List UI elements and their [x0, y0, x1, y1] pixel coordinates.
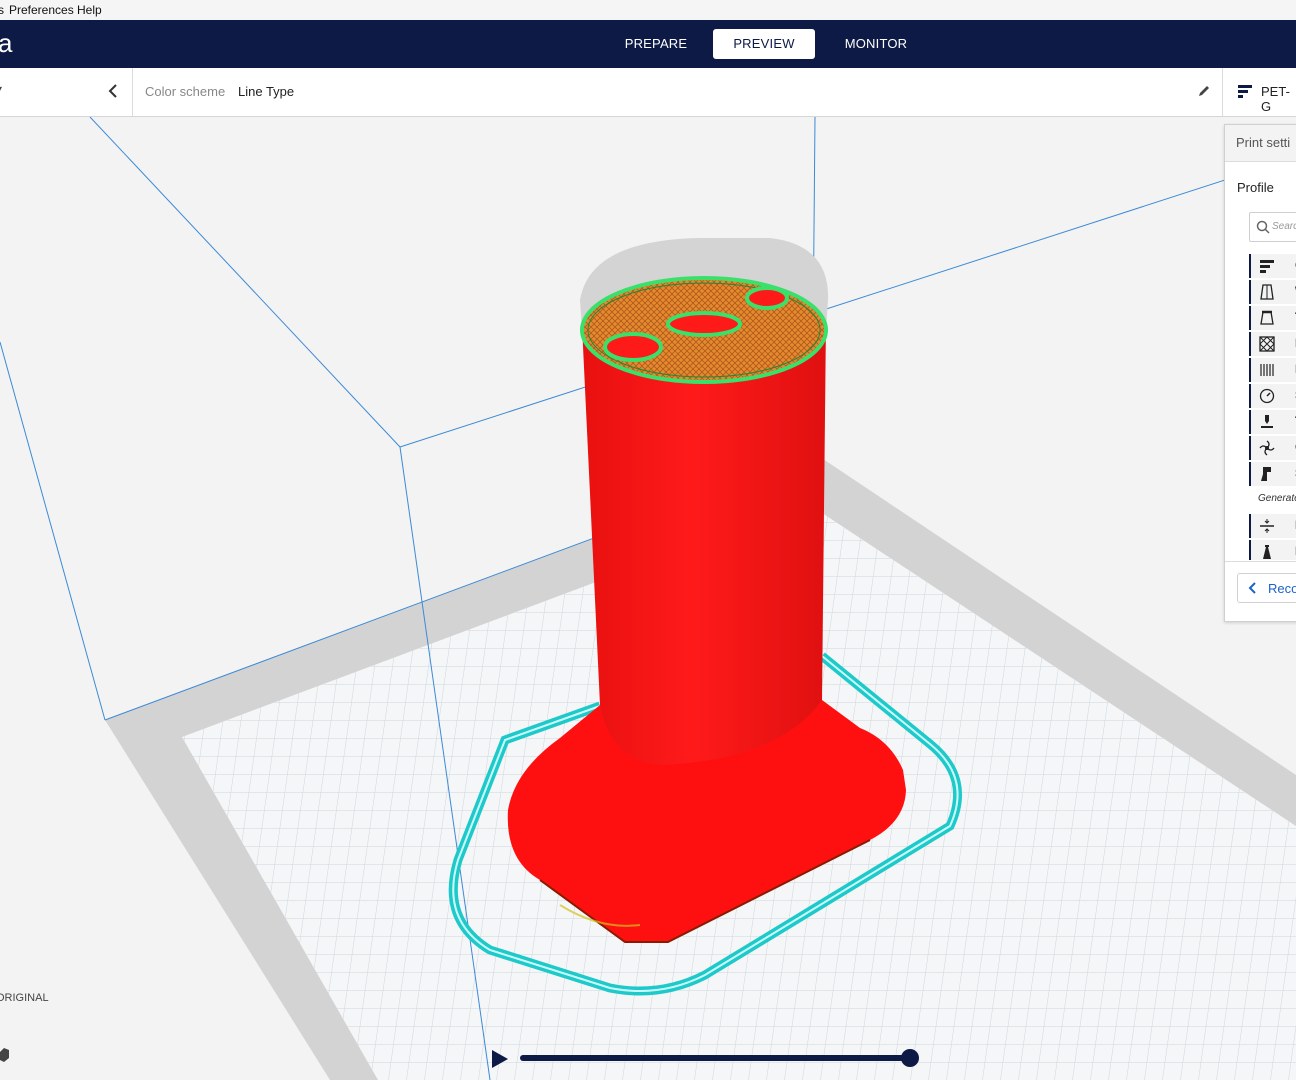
support-icon: [1261, 467, 1271, 481]
model-hole-right: [745, 286, 789, 310]
tab-monitor[interactable]: MONITOR: [826, 29, 926, 59]
toolbar-divider: [1222, 68, 1223, 116]
category-walls[interactable]: W: [1249, 280, 1296, 304]
category-top-bottom[interactable]: T: [1249, 306, 1296, 330]
view-dropdown-arrow[interactable]: ▾: [0, 82, 2, 96]
settings-search-input[interactable]: Searc: [1249, 212, 1296, 242]
3d-viewport[interactable]: ORIGINAL: [0, 117, 1296, 1080]
color-scheme-label: Color scheme: [145, 84, 226, 99]
search-placeholder: Searc: [1272, 221, 1296, 232]
edit-pencil-icon[interactable]: [1197, 84, 1211, 103]
model-hole-left: [603, 332, 663, 362]
panel-divider: [1225, 561, 1296, 562]
print-settings-panel: Print setti Profile Searc Q W T I M S T …: [1224, 124, 1296, 622]
menu-item-preferences[interactable]: Preferences: [9, 3, 74, 17]
menu-item-truncated[interactable]: s: [0, 3, 4, 17]
category-build-plate-adhesion[interactable]: B: [1249, 514, 1296, 538]
category-quality[interactable]: Q: [1249, 254, 1296, 278]
color-scheme-dropdown[interactable]: Line Type: [238, 84, 294, 99]
chevron-left-icon: [1248, 582, 1256, 594]
app-header: a PREPARE PREVIEW MONITOR: [0, 20, 1296, 68]
menu-item-help[interactable]: Help: [77, 3, 102, 17]
model-hole-center: [666, 311, 742, 337]
panel-header: Print setti: [1225, 125, 1296, 162]
print-preview-scene[interactable]: [0, 117, 1296, 1080]
menu-bar: s Preferences Help: [0, 0, 1296, 21]
model-column: [582, 320, 826, 765]
app-logo: a: [0, 28, 13, 58]
infill-icon: [1259, 336, 1275, 352]
travel-icon: [1261, 415, 1273, 428]
material-selector[interactable]: PET-G: [1261, 84, 1296, 114]
category-infill[interactable]: I: [1249, 332, 1296, 356]
generate-section-label: Generate: [1258, 493, 1296, 504]
layer-slider-handle: [901, 1049, 919, 1067]
material-icon: [1260, 364, 1274, 376]
printer-name-label: ORIGINAL: [0, 992, 49, 1004]
walls-icon: [1260, 284, 1274, 300]
preview-toolbar: ▾ Color scheme Line Type PET-G: [0, 68, 1296, 117]
profile-label: Profile: [1237, 180, 1274, 195]
top-bottom-icon: [1260, 310, 1274, 325]
category-travel[interactable]: T: [1249, 410, 1296, 434]
recommended-button-label: Reco: [1268, 581, 1296, 596]
print-settings-icon[interactable]: [1237, 84, 1253, 105]
toolbar-divider: [132, 68, 133, 116]
tab-prepare[interactable]: PREPARE: [608, 29, 704, 59]
collapse-chevron-icon[interactable]: [106, 82, 120, 105]
category-support[interactable]: S: [1249, 462, 1296, 486]
tab-preview[interactable]: PREVIEW: [713, 29, 815, 59]
category-speed[interactable]: S: [1249, 384, 1296, 408]
cooling-icon: [1259, 440, 1275, 456]
dual-extrusion-icon: [1263, 545, 1271, 559]
category-cooling[interactable]: C: [1249, 436, 1296, 460]
layer-slider-track: [520, 1055, 912, 1061]
category-material[interactable]: M: [1249, 358, 1296, 382]
search-icon: [1256, 220, 1270, 234]
speed-icon: [1259, 388, 1275, 404]
quality-icon: [1260, 260, 1274, 273]
category-dual-extrusion[interactable]: D: [1249, 540, 1296, 560]
recommended-button[interactable]: Reco: [1237, 573, 1296, 603]
panel-title: Print setti: [1236, 135, 1291, 150]
build-plate-adhesion-icon: [1260, 519, 1274, 533]
